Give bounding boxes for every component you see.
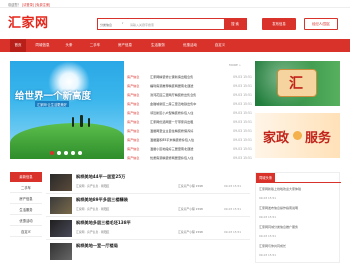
- headline-date: 09-03 15:51: [259, 215, 277, 219]
- nav-item-real-estate[interactable]: 房产信息: [112, 39, 138, 52]
- side-item-life-service[interactable]: 生活服务: [10, 205, 42, 215]
- headline-item[interactable]: 汇家网新版上线啦欢迎大家体验: [259, 187, 339, 192]
- headlines-box-head: 同城头条: [256, 173, 341, 183]
- listing-contact: 汇家房产小程 1598: [178, 184, 203, 188]
- figure-silhouette: [88, 118, 90, 127]
- side-item-used-cars[interactable]: 二手车: [10, 183, 42, 193]
- figure-silhouette: [80, 115, 83, 127]
- headlines-box-title[interactable]: 同城头条: [256, 173, 276, 183]
- ad-bottom-text-1: 家政: [263, 131, 290, 146]
- list-item[interactable]: 房产信息 邻近新区小户型精装修拎包入住 09-03 15:51: [127, 109, 252, 118]
- news-more-link[interactable]: MORE »: [229, 63, 241, 67]
- listing-thumbnail[interactable]: [50, 174, 72, 191]
- list-item[interactable]: 房产信息 温馨面积85平米精装修拎包入住 09-03 15:51: [127, 136, 252, 145]
- search-box[interactable]: 分类信息 ▾ 请输入关键字搜索 搜 索: [97, 18, 247, 30]
- news-list: 房产信息 汇家网精装修公寓新房出租急售 09-03 15:51 房产信息 福利房源推荐…: [127, 73, 252, 163]
- listing-contact: 汇家房产小程 1598: [178, 207, 203, 211]
- main-nav: 首页 同城信息 头条 二手车 房产信息 生活服务 优惠活动 自定义: [0, 39, 350, 52]
- headline-item[interactable]: 汇家网与你共同成长: [259, 244, 339, 249]
- list-item[interactable]: 房产信息 优质房源精装修两居室拎包入住 09-03 15:51: [127, 154, 252, 163]
- welcome-text: 欢迎您！: [8, 2, 21, 7]
- search-category-select[interactable]: 分类信息: [100, 23, 112, 27]
- headline-date: 09-03 15:51: [259, 196, 277, 200]
- search-input[interactable]: 请输入关键字搜索: [130, 23, 154, 27]
- list-item[interactable]: 房产信息 温馨小区地段好三居室南北通透 09-03 15:51: [127, 145, 252, 154]
- slider-dot[interactable]: [64, 151, 68, 155]
- figure-silhouette: [72, 117, 74, 127]
- slider-dot[interactable]: [78, 151, 82, 155]
- banner-slider[interactable]: 给世界一个新高度 汇家网·让生活更美好: [10, 61, 124, 159]
- list-item[interactable]: 房产信息 金融城新区二房三室近地铁出售中 09-03 15:51: [127, 100, 252, 109]
- listing-meta: 汇家网 · 房产信息 · 朝阳区: [76, 184, 110, 188]
- top-bar: 欢迎您！ [请登录] [免费注册]: [0, 0, 350, 8]
- listing-date: 09-03 15:51: [224, 230, 242, 234]
- headline-date: 09-03 15:51: [259, 253, 277, 257]
- listing-contact: 汇家房产小程 1598: [178, 230, 203, 234]
- list-item[interactable]: 房产信息 福利房源推荐精装两居南北通透 09-03 15:51: [127, 82, 252, 91]
- slider-dot[interactable]: [71, 151, 75, 155]
- ad-ornament: [293, 131, 302, 140]
- listing-thumbnail[interactable]: [50, 220, 72, 237]
- headline-item[interactable]: 汇家网同城分类信息推广服务: [259, 225, 339, 230]
- nav-item-headlines[interactable]: 头条: [60, 39, 78, 52]
- search-button[interactable]: 搜 索: [224, 19, 246, 29]
- side-menu: 最新信息 二手车 房产信息 生活服务 优惠活动 自定义: [10, 172, 42, 237]
- headline-item[interactable]: 汇家网发布信息操作指南说明: [259, 206, 339, 211]
- listing-thumbnail[interactable]: [50, 197, 72, 214]
- nav-item-life-service[interactable]: 生活服务: [145, 39, 171, 52]
- listing-meta: 汇家网 · 房产信息 · 朝阳区: [76, 230, 110, 234]
- site-logo[interactable]: 汇家网: [8, 12, 49, 31]
- listing-meta: 汇家网 · 房产信息 · 朝阳区: [76, 207, 110, 211]
- listing-title[interactable]: 枫桦美地一室一厅楼局: [76, 243, 118, 249]
- listing-title[interactable]: 枫桦美地多层三楼毛坯138平: [76, 220, 131, 226]
- table-row[interactable]: 枫桦美地一室一厅楼局: [46, 241, 250, 263]
- nav-item-promotions[interactable]: 优惠活动: [177, 39, 203, 52]
- side-item-promotions[interactable]: 优惠活动: [10, 216, 42, 226]
- table-row[interactable]: 枫桦美地44平一居室25万 汇家网 · 房产信息 · 朝阳区 汇家房产小程 15…: [46, 172, 250, 194]
- listing-title[interactable]: 枫桦美地89平多层三楼精装: [76, 197, 128, 203]
- headlines-box: 同城头条 汇家网新版上线啦欢迎大家体验 09-03 15:51 汇家网发布信息操…: [255, 172, 341, 263]
- nav-item-custom[interactable]: 自定义: [209, 39, 231, 52]
- ad-banner-top[interactable]: 汇: [255, 61, 340, 106]
- post-info-button[interactable]: 发布信息: [262, 18, 296, 30]
- chevron-down-icon: ▾: [122, 22, 124, 26]
- listing-title[interactable]: 枫桦美地44平一居室25万: [76, 174, 125, 180]
- list-item[interactable]: 房产信息 温馨两室业主自住精装修保养好 09-03 15:51: [127, 127, 252, 136]
- slider-dots: [50, 151, 84, 155]
- list-item[interactable]: 房产信息 滨河花园三室两厅精装修出售急售 09-03 15:51: [127, 91, 252, 100]
- ad-bottom-text-2: 服务: [305, 131, 332, 146]
- table-row[interactable]: 枫桦美地89平多层三楼精装 汇家网 · 房产信息 · 朝阳区 汇家房产小程 15…: [46, 195, 250, 217]
- login-register-links[interactable]: [请登录] [免费注册]: [22, 2, 50, 7]
- listing-date: 09-03 15:51: [224, 184, 242, 188]
- ad-banner-bottom[interactable]: 家政 服务: [255, 113, 340, 158]
- ad-top-text: 汇: [289, 76, 303, 92]
- banner-headline: 给世界一个新高度: [15, 91, 92, 102]
- nav-item-home[interactable]: 首页: [10, 39, 26, 52]
- slider-dot[interactable]: [57, 151, 61, 155]
- list-item[interactable]: 房产信息 汇家网精装修公寓新房出租急售 09-03 15:51: [127, 73, 252, 82]
- side-item-custom[interactable]: 自定义: [10, 227, 42, 237]
- banner-subline: 汇家网·让生活更美好: [35, 101, 69, 107]
- side-item-real-estate[interactable]: 房产信息: [10, 194, 42, 204]
- agent-login-button[interactable]: 经纪人/园区: [304, 18, 338, 30]
- slider-dot[interactable]: [50, 151, 54, 155]
- list-item[interactable]: 房产信息 汇家网优选两室一厅带家具出租 09-03 15:51: [127, 118, 252, 127]
- nav-item-used-cars[interactable]: 二手车: [84, 39, 106, 52]
- side-menu-head[interactable]: 最新信息: [10, 172, 42, 182]
- headline-date: 09-03 15:51: [259, 234, 277, 238]
- listing-date: 09-03 15:51: [224, 207, 242, 211]
- table-row[interactable]: 枫桦美地多层三楼毛坯138平 汇家网 · 房产信息 · 朝阳区 汇家房产小程 1…: [46, 218, 250, 240]
- nav-item-city-info[interactable]: 同城信息: [30, 39, 55, 52]
- listing-thumbnail[interactable]: [50, 243, 72, 260]
